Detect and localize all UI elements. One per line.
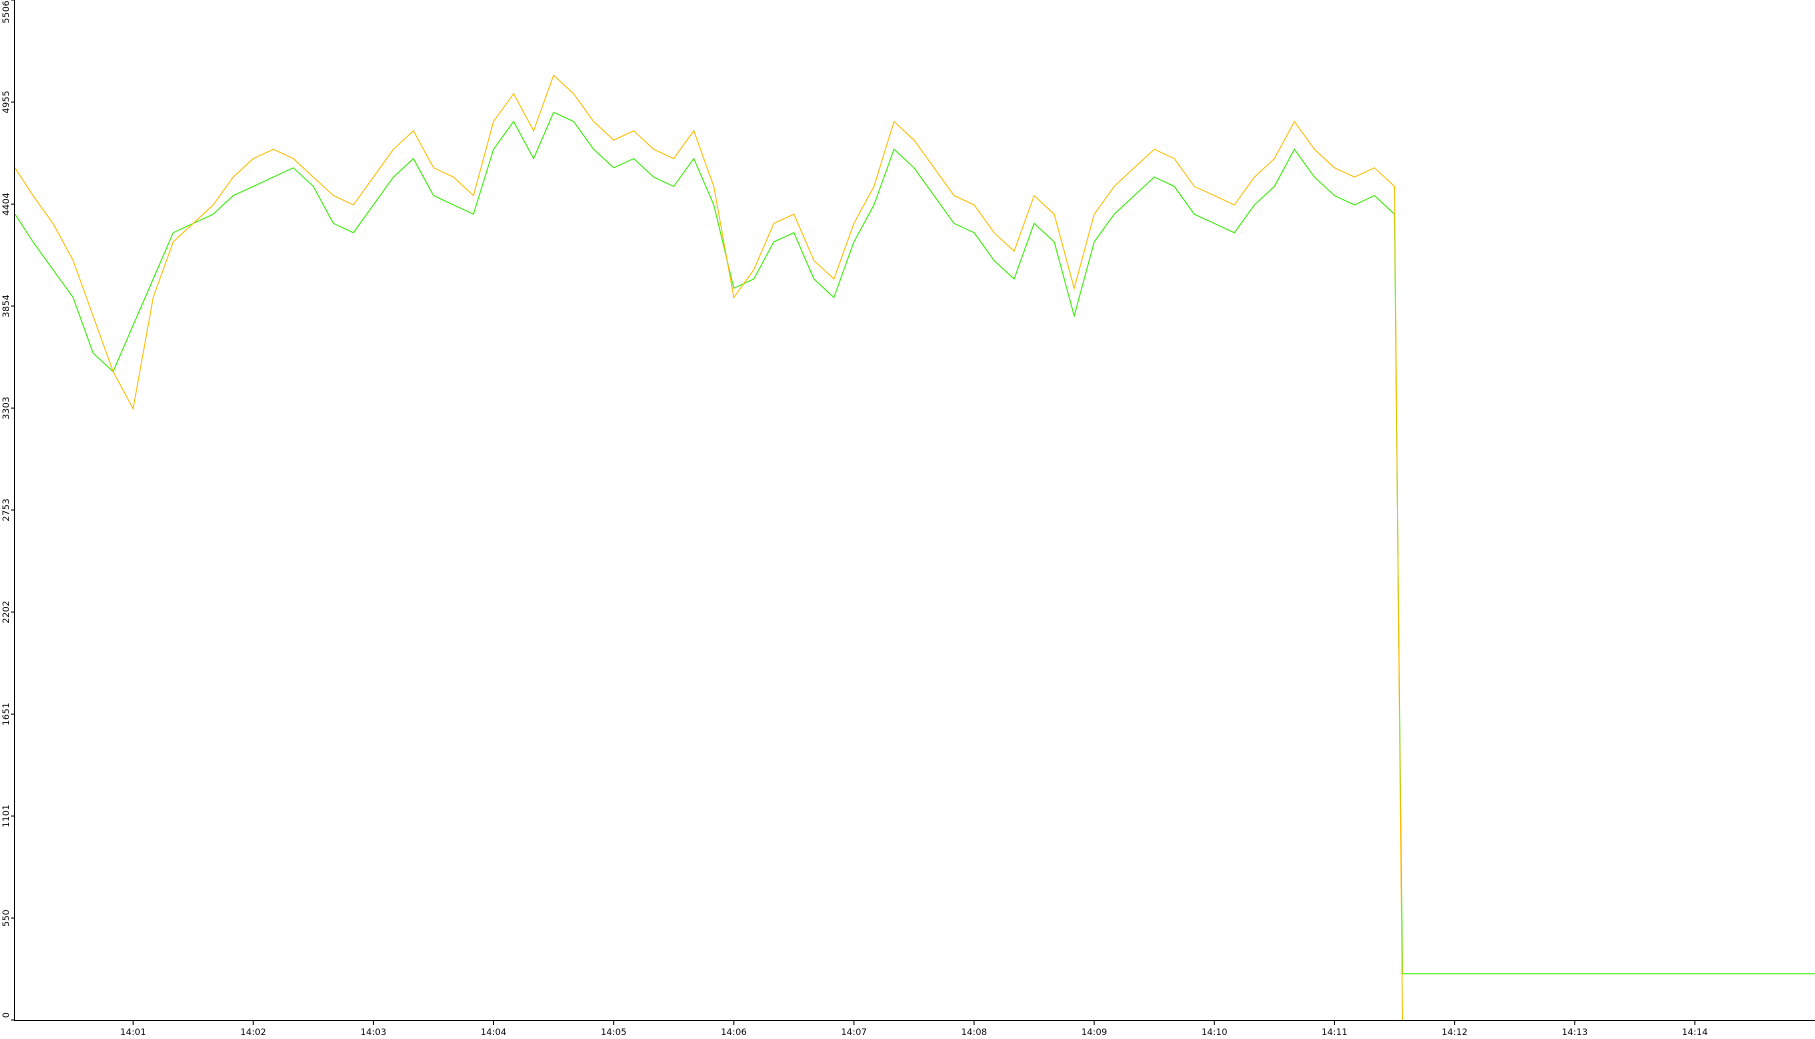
y-tick-label: 3854 [2, 294, 12, 317]
x-tick-label: 14:05 [601, 1028, 627, 1038]
y-tick-label: 4955 [2, 91, 12, 114]
y-tick-label: 3303 [2, 397, 12, 420]
x-tick-label: 14:01 [120, 1028, 146, 1038]
y-tick-label: 1651 [2, 703, 12, 726]
x-tick-label: 14:14 [1682, 1028, 1708, 1038]
x-tick-label: 14:13 [1562, 1028, 1588, 1038]
x-tick-label: 14:11 [1321, 1028, 1347, 1038]
x-tick-label: 14:02 [240, 1028, 266, 1038]
x-tick-label: 14:12 [1442, 1028, 1468, 1038]
y-tick-label: 0 [2, 1012, 12, 1018]
y-tick-label: 1101 [2, 805, 12, 828]
y-tick-label: 5506 [2, 0, 12, 23]
y-tick-label: 2753 [2, 499, 12, 522]
x-tick-label: 14:04 [481, 1028, 507, 1038]
x-tick-label: 14:07 [841, 1028, 867, 1038]
axis-layer [14, 0, 1815, 1021]
series-line-2 [14, 74, 1403, 1021]
x-ticks: 14:01 14:02 14:03 14:04 14:05 14:06 14:07 14:08… [120, 1020, 1708, 1038]
y-tick-label: 550 [2, 909, 12, 926]
x-tick-label: 14:10 [1201, 1028, 1227, 1038]
chart: 0 550 1101 1651 2202 2753 3303 3854 4404 4955 5506… [0, 0, 1815, 1039]
x-tick-label: 14:03 [360, 1028, 386, 1038]
y-tick-label: 4404 [2, 192, 12, 215]
x-tick-label: 14:06 [721, 1028, 747, 1038]
x-tick-label: 14:08 [961, 1028, 987, 1038]
series-line-1 [14, 111, 1815, 975]
chart-svg: 0 550 1101 1651 2202 2753 3303 3854 4404 4955 5506… [2, 0, 1815, 1038]
y-tick-label: 2202 [2, 601, 12, 624]
series-layer [14, 74, 1815, 1021]
x-tick-label: 14:09 [1081, 1028, 1107, 1038]
y-ticks: 0 550 1101 1651 2202 2753 3303 3854 4404 4955 5506 [2, 0, 15, 1021]
